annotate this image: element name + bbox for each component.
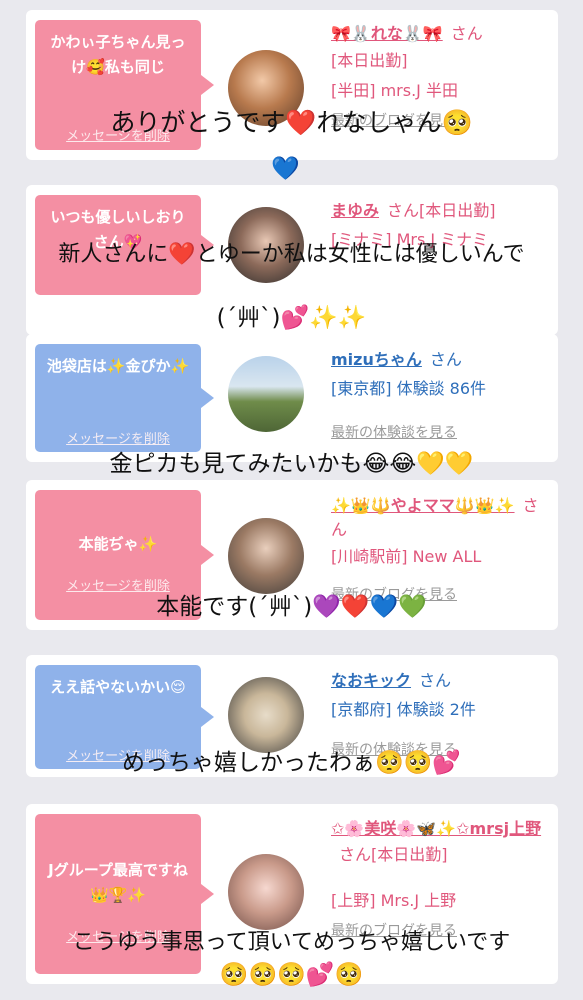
delete-message-link[interactable]: メッセージを削除 (35, 428, 201, 447)
profile-info: なおキック さん [京都府] 体験談 2件 最新の体験談を見る (331, 667, 548, 759)
overlay-caption: 💙 (271, 156, 300, 182)
overlay-caption: ありがとうです❤️れなしゃん🥺 (110, 108, 473, 137)
shop-text: [半田] mrs.J 半田 (331, 81, 458, 100)
latest-link[interactable]: 最新の体験談を見る (331, 422, 548, 442)
avatar[interactable] (228, 854, 304, 930)
honorific: さん[本日出勤] (387, 201, 496, 220)
shop-text: [上野] Mrs.J 上野 (331, 891, 457, 910)
profile-name-link[interactable]: ✨👑🔱やよママ🔱👑✨ (331, 496, 515, 515)
message-text: Jグループ最高ですね👑🏆✨ (48, 861, 188, 904)
review-count: [東京都] 体験談 86件 (331, 379, 487, 398)
profile-info: ✨👑🔱やよママ🔱👑✨ さん [川崎駅前] New ALL 最新のブログを見る (331, 492, 548, 604)
message-bubble: 池袋店は✨金ぴか✨ メッセージを削除 (35, 344, 214, 452)
overlay-caption: 金ピカも見てみたいかも😂😂💛💛 (109, 451, 474, 477)
profile-info: ✩🌸美咲🌸🦋✨✩mrsj上野さん[本日出勤] [上野] Mrs.J 上野 最新の… (331, 816, 548, 940)
honorific: さん[本日出勤] (339, 845, 448, 864)
honorific: さん (450, 24, 483, 43)
message-text: ええ話やないかい😌 (50, 678, 186, 696)
overlay-caption: めっちゃ嬉しかったわぁ🥺🥺💕 (122, 750, 461, 776)
honorific: さん (429, 350, 462, 369)
review-count: [京都府] 体験談 2件 (331, 700, 476, 719)
avatar[interactable] (228, 356, 304, 432)
profile-name-link[interactable]: なおキック (331, 671, 411, 690)
message-text: 池袋店は✨金ぴか✨ (46, 357, 190, 375)
profile-name-link[interactable]: 🎀🐰れな🐰🎀 (331, 24, 443, 43)
shop-text: [川崎駅前] New ALL (331, 547, 482, 566)
overlay-caption: 本能です(´艸`)💜❤️💙💚 (156, 594, 427, 620)
overlay-caption: こうゆう事思って頂いてめっちゃ嬉しいです (72, 930, 511, 955)
profile-info: mizuちゃん さん [東京都] 体験談 86件 最新の体験談を見る (331, 346, 548, 442)
overlay-caption: 新人さんに❤️とゆーか私は女性には優しいんで (58, 242, 525, 267)
overlay-caption: 🥺🥺🥺💕🥺 (219, 962, 364, 988)
message-card: 池袋店は✨金ぴか✨ メッセージを削除 mizuちゃん さん [東京都] 体験談 8… (26, 334, 558, 462)
status-text: [本日出勤] (331, 51, 408, 70)
profile-name-link[interactable]: ✩🌸美咲🌸🦋✨✩mrsj上野 (331, 819, 541, 838)
honorific: さん (419, 671, 452, 690)
avatar[interactable] (228, 518, 304, 594)
avatar[interactable] (228, 677, 304, 753)
profile-name-link[interactable]: mizuちゃん (331, 350, 422, 369)
message-text: かわぃ子ちゃん見っけ🥰私も同じ (50, 33, 186, 76)
profile-name-link[interactable]: まゆみ (331, 201, 379, 220)
overlay-caption: (´艸`)💕✨✨ (216, 305, 367, 331)
message-text: 本能ぢゃ✨ (78, 535, 158, 553)
